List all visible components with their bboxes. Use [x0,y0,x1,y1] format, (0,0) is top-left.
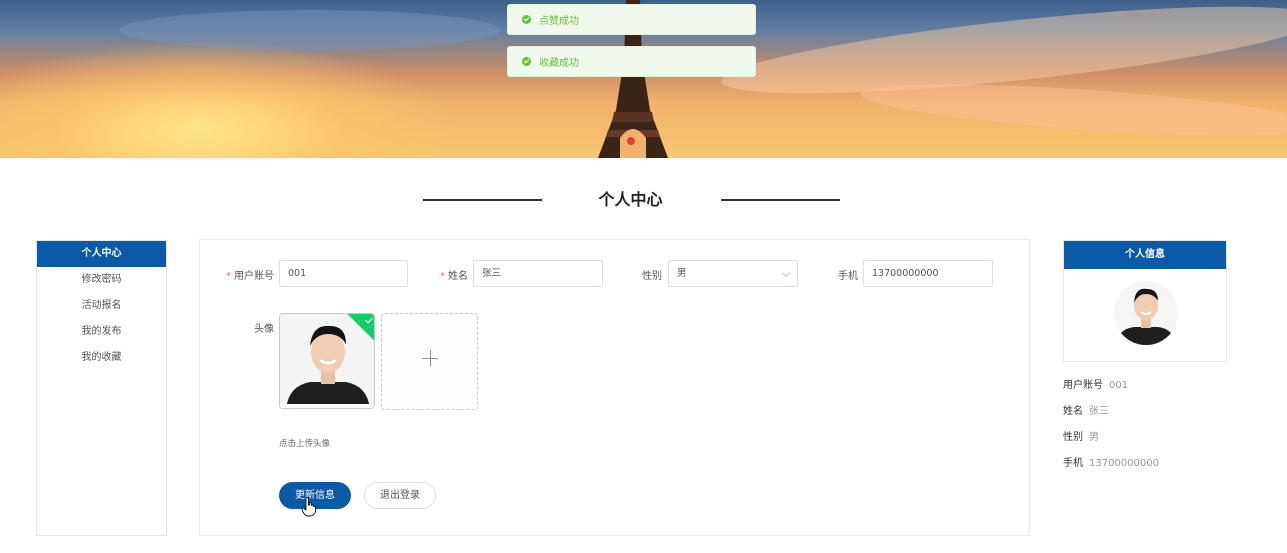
avatar-label: 头像 [254,324,274,335]
success-check-icon [522,15,531,24]
gender-value: 男 [677,268,687,279]
account-input[interactable]: 001 [279,260,408,287]
phone-input[interactable]: 13700000000 [863,260,993,287]
profile-row-account: 用户账号 001 [1063,380,1129,391]
sidebar-item-change-password[interactable]: 修改密码 [37,267,166,293]
profile-row-gender: 性别男 [1063,432,1099,443]
sidebar-item-activity-signup[interactable]: 活动报名 [37,293,166,319]
avatar-upload-hint: 点击上传头像 [279,439,331,449]
account-label: * 用户账号 [226,271,274,282]
carousel-indicator[interactable] [627,137,635,145]
success-toast-like: 点赞成功 [507,4,756,35]
success-toast-collect: 收藏成功 [507,46,756,77]
avatar-upload-button[interactable] [381,313,478,410]
name-label: * 姓名 [440,271,468,282]
profile-row-phone: 手机 13700000000 [1063,458,1159,469]
profile-info-card: 个人信息 [1063,240,1227,362]
sidebar-menu: 个人中心 修改密码 活动报名 我的发布 我的收藏 [36,240,167,536]
gender-label: 性别 [642,271,662,282]
sidebar-item-my-favorites[interactable]: 我的收藏 [37,345,166,371]
name-input[interactable]: 张三 [473,260,603,287]
sidebar-item-profile[interactable]: 个人中心 [37,241,166,267]
profile-avatar [1114,281,1178,345]
avatar-thumbnail[interactable] [279,313,375,409]
profile-avatar-photo [1114,281,1178,345]
profile-row-name: 姓名 张三 [1063,406,1109,417]
toast-message: 收藏成功 [539,58,579,69]
phone-label: 手机 [838,271,858,282]
page-title: 个人中心 [598,190,663,209]
success-check-icon [522,57,531,66]
sidebar-item-my-posts[interactable]: 我的发布 [37,319,166,345]
chevron-down-icon [781,268,791,278]
title-divider-right [721,199,840,201]
toast-message: 点赞成功 [539,16,579,27]
hand-pointer-icon [301,497,316,517]
gender-select[interactable]: 男 [668,260,798,287]
logout-button[interactable]: 退出登录 [364,482,436,509]
profile-card-header: 个人信息 [1064,241,1226,269]
